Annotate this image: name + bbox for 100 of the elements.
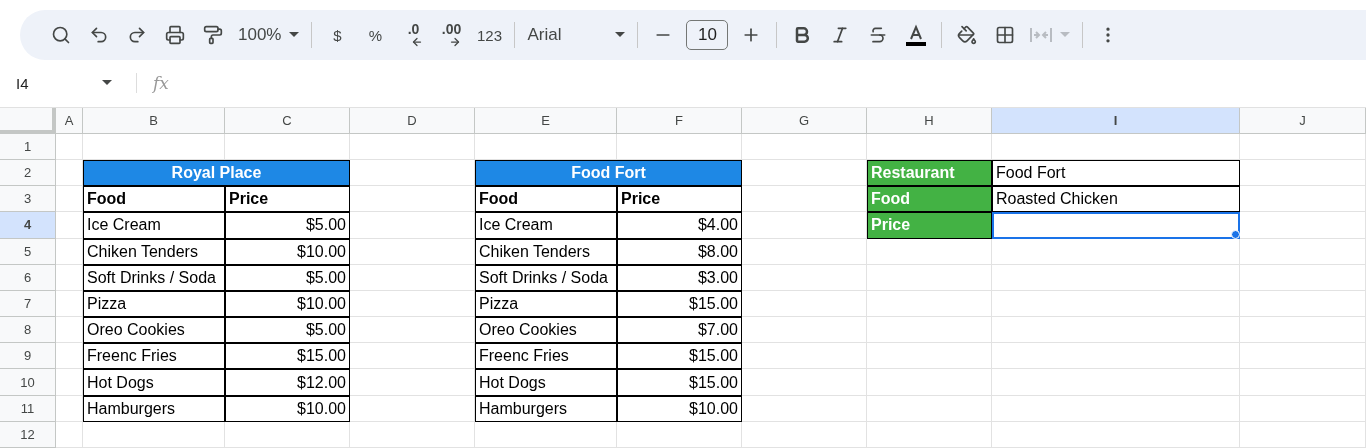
row-header[interactable]: 5 <box>0 238 56 265</box>
format-button[interactable]: 123 <box>470 18 509 52</box>
empty-cell[interactable] <box>225 133 350 160</box>
table-cell[interactable]: $8.00 <box>617 238 742 265</box>
increase-decimal-button[interactable]: .00 <box>432 18 471 52</box>
empty-cell[interactable] <box>350 290 475 318</box>
empty-cell[interactable] <box>1240 133 1366 160</box>
table-cell[interactable]: Roasted Chicken <box>992 186 1240 213</box>
table-cell[interactable]: $15.00 <box>225 343 350 370</box>
empty-cell[interactable] <box>867 421 992 448</box>
column-header[interactable]: I <box>992 107 1240 134</box>
empty-cell[interactable] <box>742 369 867 396</box>
active-cell[interactable] <box>992 212 1240 239</box>
row-header[interactable]: 3 <box>0 186 56 213</box>
empty-cell[interactable] <box>992 369 1240 396</box>
empty-cell[interactable] <box>867 343 992 370</box>
empty-cell[interactable] <box>742 421 867 448</box>
table-cell[interactable]: $5.00 <box>225 212 350 239</box>
empty-cell[interactable] <box>992 343 1240 370</box>
empty-cell[interactable] <box>867 290 992 318</box>
row-header[interactable]: 11 <box>0 395 56 422</box>
decrease-decimal-button[interactable]: .0 <box>394 18 433 52</box>
empty-cell[interactable] <box>83 133 225 160</box>
table-cell[interactable]: $15.00 <box>617 290 742 318</box>
table-cell[interactable]: $3.00 <box>617 264 742 291</box>
empty-cell[interactable] <box>350 421 475 448</box>
table-cell[interactable]: $4.00 <box>617 212 742 239</box>
table-cell[interactable]: Food <box>475 186 617 213</box>
fill-handle[interactable] <box>1231 229 1240 239</box>
empty-cell[interactable] <box>350 186 475 213</box>
empty-cell[interactable] <box>350 395 475 422</box>
empty-cell[interactable] <box>742 133 867 160</box>
table-cell[interactable]: $15.00 <box>617 369 742 396</box>
table-cell[interactable]: Hamburgers <box>475 395 617 422</box>
table-cell[interactable]: Food Fort <box>475 159 742 187</box>
table-cell[interactable]: Chiken Tenders <box>475 238 617 265</box>
table-cell[interactable]: $10.00 <box>225 238 350 265</box>
table-cell[interactable]: $5.00 <box>225 264 350 291</box>
table-cell[interactable]: Oreo Cookies <box>475 317 617 344</box>
empty-cell[interactable] <box>992 133 1240 160</box>
table-cell[interactable]: Price <box>617 186 742 213</box>
column-header[interactable]: G <box>742 107 867 134</box>
empty-cell[interactable] <box>867 369 992 396</box>
table-cell[interactable]: Freenc Fries <box>83 343 225 370</box>
table-cell[interactable]: $7.00 <box>617 317 742 344</box>
empty-cell[interactable] <box>1240 395 1366 422</box>
column-header[interactable]: E <box>475 107 617 134</box>
row-header[interactable]: 9 <box>0 343 56 370</box>
empty-cell[interactable] <box>742 290 867 318</box>
row-header[interactable]: 8 <box>0 317 56 344</box>
table-cell[interactable]: Hot Dogs <box>475 369 617 396</box>
table-cell[interactable]: Oreo Cookies <box>83 317 225 344</box>
table-cell[interactable]: Price <box>225 186 350 213</box>
empty-cell[interactable] <box>475 421 617 448</box>
empty-cell[interactable] <box>742 343 867 370</box>
empty-cell[interactable] <box>1240 212 1366 239</box>
table-cell[interactable]: Food <box>83 186 225 213</box>
table-cell[interactable]: $10.00 <box>225 290 350 318</box>
empty-cell[interactable] <box>992 421 1240 448</box>
empty-cell[interactable] <box>350 369 475 396</box>
empty-cell[interactable] <box>867 264 992 291</box>
table-cell[interactable]: Freenc Fries <box>475 343 617 370</box>
empty-cell[interactable] <box>742 264 867 291</box>
empty-cell[interactable] <box>1240 290 1366 318</box>
empty-cell[interactable] <box>617 421 742 448</box>
format-button[interactable]: $ <box>318 18 357 52</box>
table-cell[interactable]: $10.00 <box>225 395 350 422</box>
table-cell[interactable]: Soft Drinks / Soda <box>475 264 617 291</box>
font-size-field[interactable]: 10 <box>686 20 729 50</box>
empty-cell[interactable] <box>1240 264 1366 291</box>
empty-cell[interactable] <box>1240 238 1366 265</box>
table-cell[interactable]: Hot Dogs <box>83 369 225 396</box>
column-header[interactable]: J <box>1240 107 1366 134</box>
empty-cell[interactable] <box>742 395 867 422</box>
column-header[interactable]: A <box>56 107 83 134</box>
empty-cell[interactable] <box>1240 159 1366 187</box>
row-header[interactable]: 6 <box>0 264 56 291</box>
column-header[interactable]: C <box>225 107 350 134</box>
empty-cell[interactable] <box>617 133 742 160</box>
row-header[interactable]: 12 <box>0 421 56 448</box>
empty-cell[interactable] <box>867 238 992 265</box>
row-header[interactable]: 4 <box>0 212 56 239</box>
empty-cell[interactable] <box>742 238 867 265</box>
empty-cell[interactable] <box>867 317 992 344</box>
row-header[interactable]: 1 <box>0 133 56 160</box>
empty-cell[interactable] <box>350 343 475 370</box>
select-all-corner[interactable] <box>0 107 56 134</box>
empty-cell[interactable] <box>350 212 475 239</box>
table-cell[interactable]: Pizza <box>475 290 617 318</box>
empty-cell[interactable] <box>350 133 475 160</box>
table-cell[interactable]: $12.00 <box>225 369 350 396</box>
empty-cell[interactable] <box>992 395 1240 422</box>
empty-cell[interactable] <box>350 238 475 265</box>
column-header[interactable]: B <box>83 107 225 134</box>
empty-cell[interactable] <box>867 395 992 422</box>
table-cell[interactable]: $10.00 <box>617 395 742 422</box>
empty-cell[interactable] <box>83 421 225 448</box>
row-header[interactable]: 7 <box>0 290 56 318</box>
empty-cell[interactable] <box>225 421 350 448</box>
table-cell[interactable]: $5.00 <box>225 317 350 344</box>
